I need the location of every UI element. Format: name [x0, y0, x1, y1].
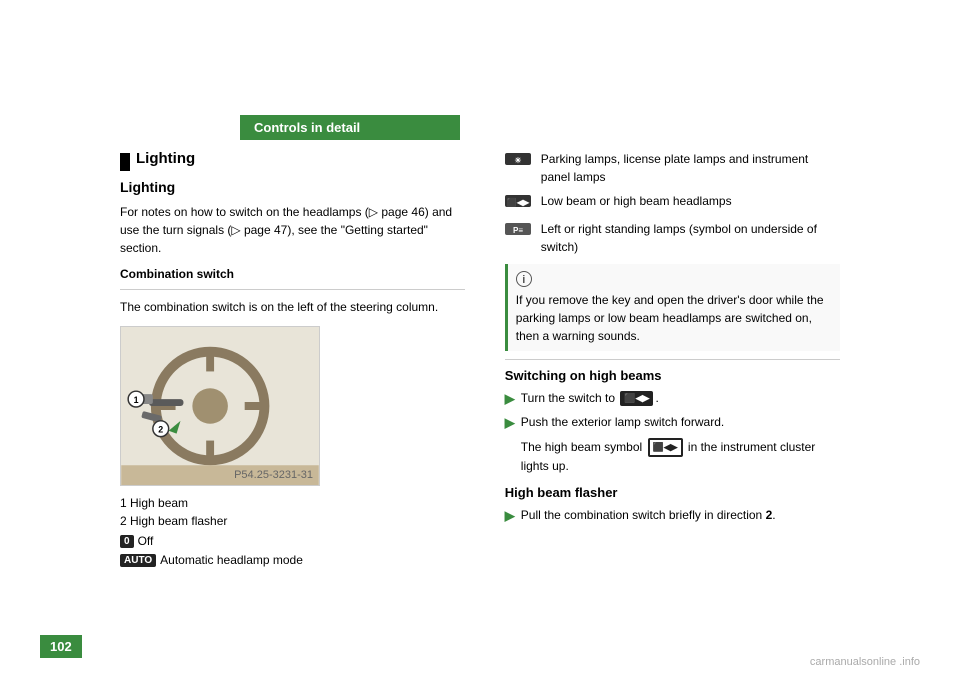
intro-text: For notes on how to switch on the headla… — [120, 203, 465, 257]
sym-row-2: ⬛◀▶ Low beam or high beam headlamps — [505, 192, 840, 214]
arrow-icon-2: ▶ — [505, 413, 515, 433]
symbol-section: ☀ Parking lamps, license plate lamps and… — [505, 150, 840, 256]
sym-text-2: Low beam or high beam headlamps — [541, 192, 732, 210]
left-column: Lighting Lighting For notes on how to sw… — [120, 140, 485, 678]
info-icon: i — [516, 271, 532, 287]
caption-2: 2 High beam flasher — [120, 512, 465, 530]
info-box: i If you remove the key and open the dri… — [505, 264, 840, 351]
flasher-step: ▶ Pull the combination switch briefly in… — [505, 506, 840, 526]
info-text: If you remove the key and open the drive… — [516, 293, 824, 343]
icon-auto-text: Automatic headlamp mode — [160, 553, 303, 567]
hb-symbol-inline-2: ⬛◀▶ — [648, 438, 683, 458]
lighting-header-row: Lighting — [120, 150, 465, 173]
black-marker — [120, 153, 130, 171]
step3-text: The high beam symbol ⬛◀▶ in the instrume… — [521, 438, 840, 476]
header-bar: Controls in detail — [240, 115, 460, 140]
sym-text-3: Left or right standing lamps (symbol on … — [541, 220, 840, 256]
sym-row-3: P≡ Left or right standing lamps (symbol … — [505, 220, 840, 256]
right-column: ☀ Parking lamps, license plate lamps and… — [485, 140, 840, 678]
step1-text: Turn the switch to ⬛◀▶. — [521, 389, 659, 407]
sym-icon-2: ⬛◀▶ — [505, 193, 533, 214]
main-content: Lighting Lighting For notes on how to sw… — [0, 140, 960, 678]
sym-icon-3: P≡ — [505, 221, 533, 242]
sym-text-1: Parking lamps, license plate lamps and i… — [541, 150, 840, 186]
icon-row-0: 0 Off — [120, 534, 465, 548]
page-container: Controls in detail Lighting Lighting For… — [0, 0, 960, 678]
icon-badge-0: 0 — [120, 535, 134, 548]
combination-switch-desc: The combination switch is on the left of… — [120, 298, 465, 316]
caption-list: 1 High beam 2 High beam flasher — [120, 494, 465, 530]
steering-wheel-image: 1 2 P54.25-3231-31 — [120, 326, 320, 486]
high-beams-title: Switching on high beams — [505, 368, 840, 383]
svg-text:1: 1 — [134, 395, 139, 405]
caption-1: 1 High beam — [120, 494, 465, 512]
icon-row-auto: AUTO Automatic headlamp mode — [120, 553, 465, 567]
section-title-lighting: Lighting — [136, 150, 195, 167]
hb-symbol-inline: ⬛◀▶ — [620, 391, 653, 407]
icon-badge-auto: AUTO — [120, 554, 156, 567]
high-beams-step1: ▶ Turn the switch to ⬛◀▶. — [505, 389, 840, 409]
flasher-title: High beam flasher — [505, 485, 840, 500]
combination-switch-label: Combination switch — [120, 267, 465, 281]
flasher-step-text: Pull the combination switch briefly in d… — [521, 506, 776, 524]
arrow-icon-3: ▶ — [505, 506, 515, 526]
section-sub-lighting: Lighting — [120, 179, 465, 195]
icon-0-text: Off — [138, 534, 154, 548]
watermark: carmanualsonline .info — [810, 656, 920, 668]
high-beams-step2: ▶ Push the exterior lamp switch forward. — [505, 413, 840, 433]
arrow-icon-1: ▶ — [505, 389, 515, 409]
flasher-direction: 2 — [766, 508, 773, 522]
svg-text:2: 2 — [158, 425, 163, 435]
header-label: Controls in detail — [254, 120, 360, 135]
svg-text:P≡: P≡ — [513, 226, 523, 235]
page-number: 102 — [40, 635, 82, 658]
divider-right — [505, 359, 840, 360]
divider — [120, 289, 465, 290]
svg-text:☀: ☀ — [514, 156, 521, 165]
image-caption: P54.25-3231-31 — [234, 469, 313, 481]
sym-row-1: ☀ Parking lamps, license plate lamps and… — [505, 150, 840, 186]
step2-text: Push the exterior lamp switch forward. — [521, 413, 724, 431]
svg-text:⬛◀▶: ⬛◀▶ — [507, 197, 530, 207]
sym-icon-1: ☀ — [505, 151, 533, 172]
